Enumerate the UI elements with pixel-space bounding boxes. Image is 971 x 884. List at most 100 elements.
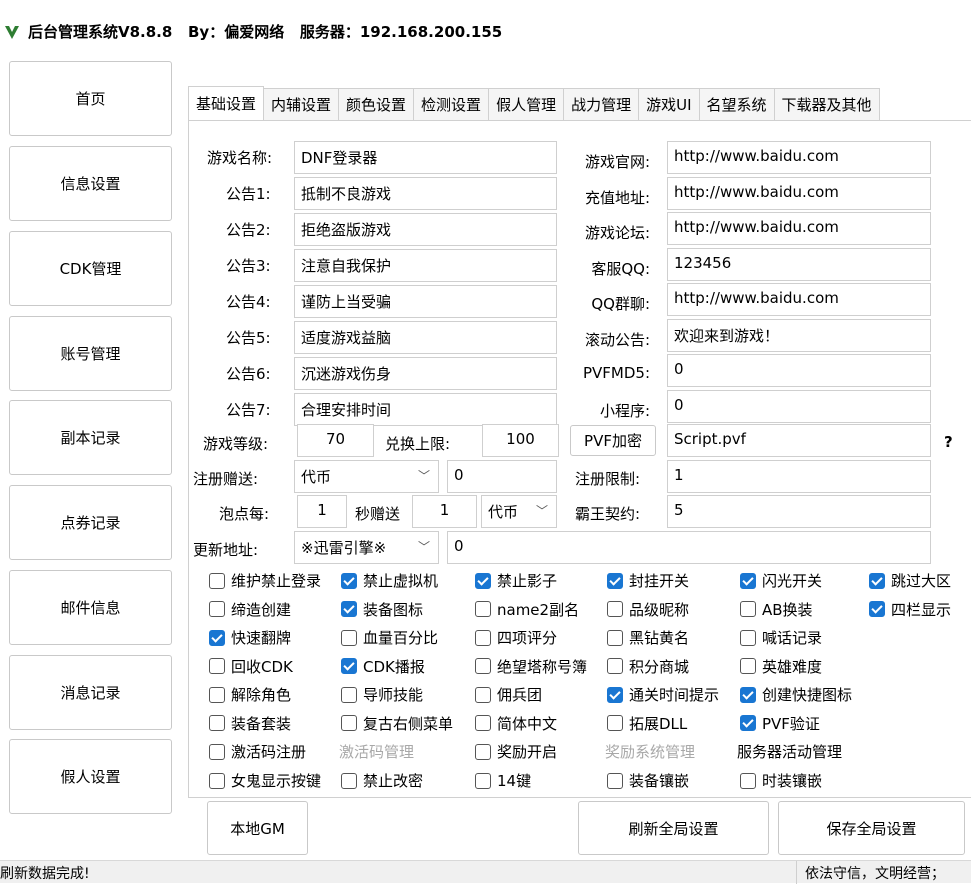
tab[interactable]: 战力管理	[564, 88, 640, 120]
option-checkbox[interactable]: 导师技能	[341, 684, 423, 705]
option-checkbox[interactable]: 解除角色	[209, 684, 291, 705]
right-field-input[interactable]: 123456	[667, 247, 931, 281]
sidebar-button[interactable]: 点券记录	[9, 485, 172, 560]
option-checkbox[interactable]: 禁止影子	[475, 570, 557, 591]
sidebar-button[interactable]: 信息设置	[9, 146, 172, 221]
refresh-settings-button[interactable]: 刷新全局设置	[578, 801, 769, 855]
pvf-encrypt-button[interactable]: PVF加密	[570, 425, 656, 456]
option-checkbox[interactable]: 封挂开关	[607, 570, 689, 591]
option-checkbox[interactable]: 跳过大区	[869, 570, 951, 591]
sidebar-button[interactable]: CDK管理	[9, 231, 172, 306]
option-checkbox[interactable]: 拓展DLL	[607, 713, 687, 734]
reg-limit-label: 注册限制:	[575, 470, 641, 488]
right-field-input[interactable]: 0	[667, 354, 931, 387]
notice-input[interactable]: 注意自我保护	[294, 249, 557, 282]
sidebar-button[interactable]: 首页	[9, 61, 172, 136]
activation-mgmt-link[interactable]: 激活码管理	[339, 741, 414, 762]
option-checkbox[interactable]: PVF验证	[740, 713, 820, 734]
help-icon[interactable]: ?	[944, 433, 953, 451]
option-checkbox[interactable]: 复古右侧菜单	[341, 713, 453, 734]
tab[interactable]: 下载器及其他	[774, 88, 880, 120]
option-checkbox[interactable]: 闪光开关	[740, 570, 822, 591]
bubble-every-input[interactable]: 1	[297, 495, 347, 528]
option-checkbox[interactable]: 通关时间提示	[607, 684, 719, 705]
right-field-input[interactable]: http://www.baidu.com	[667, 176, 931, 210]
game-level-input[interactable]: 70	[297, 424, 374, 457]
option-checkbox[interactable]: 装备图标	[341, 599, 423, 620]
local-gm-button[interactable]: 本地GM	[207, 801, 308, 855]
sidebar-button[interactable]: 邮件信息	[9, 570, 172, 645]
tab[interactable]: 游戏UI	[639, 88, 700, 120]
tab[interactable]: 检测设置	[414, 88, 490, 120]
option-checkbox[interactable]: 四项评分	[475, 627, 557, 648]
option-checkbox[interactable]: AB换装	[740, 599, 813, 620]
update-address-input[interactable]: 0	[447, 531, 931, 564]
right-field-input[interactable]: http://www.baidu.com	[667, 141, 931, 174]
reward-mgmt-link[interactable]: 奖励系统管理	[605, 741, 695, 762]
option-checkbox[interactable]: 四栏显示	[869, 599, 951, 620]
bubble-amount-input[interactable]: 1	[412, 495, 477, 528]
option-checkbox[interactable]: 缔造创建	[209, 599, 291, 620]
option-checkbox[interactable]: 女鬼显示按键	[209, 770, 321, 791]
reg-gift-amount-input[interactable]: 0	[447, 460, 557, 493]
right-field-input[interactable]: 欢迎来到游戏！	[667, 318, 931, 352]
exchange-limit-input[interactable]: 100	[482, 424, 559, 457]
notice-input[interactable]: 抵制不良游戏	[294, 177, 557, 210]
sidebar-button[interactable]: 副本记录	[9, 400, 172, 475]
reg-gift-type-select[interactable]: 代币 ﹀	[294, 460, 439, 493]
option-checkbox[interactable]: 创建快捷图标	[740, 684, 852, 705]
notice-input[interactable]: 拒绝盗版游戏	[294, 213, 557, 246]
sidebar-button[interactable]: 假人设置	[9, 739, 172, 814]
option-checkbox[interactable]: 时装镶嵌	[740, 770, 822, 791]
tab[interactable]: 基础设置	[188, 86, 265, 120]
right-field-input[interactable]: http://www.baidu.com	[667, 212, 931, 245]
checkbox-label: 四栏显示	[891, 600, 952, 619]
option-checkbox[interactable]: CDK播报	[341, 656, 425, 677]
notice-input[interactable]: 合理安排时间	[294, 393, 557, 426]
contract-input[interactable]: 5	[667, 495, 931, 528]
option-checkbox[interactable]: 禁止虚拟机	[341, 570, 438, 591]
option-checkbox[interactable]: 佣兵团	[475, 684, 542, 705]
notice-input[interactable]: 适度游戏益脑	[294, 321, 557, 354]
option-checkbox[interactable]: 积分商城	[607, 656, 689, 677]
notice-input[interactable]: 沉迷游戏伤身	[294, 357, 557, 390]
activation-register-checkbox[interactable]: 激活码注册	[209, 741, 306, 762]
option-checkbox[interactable]: 黑钻黄名	[607, 627, 689, 648]
option-checkbox[interactable]: 装备镶嵌	[607, 770, 689, 791]
reg-limit-input[interactable]: 1	[667, 460, 931, 493]
server-activity-link[interactable]: 服务器活动管理	[737, 741, 842, 762]
tab[interactable]: 名望系统	[699, 88, 775, 120]
checkbox-box	[740, 686, 756, 703]
tab[interactable]: 内辅设置	[264, 88, 340, 120]
option-checkbox[interactable]: 血量百分比	[341, 627, 438, 648]
save-settings-button[interactable]: 保存全局设置	[778, 801, 965, 855]
option-checkbox[interactable]: 装备套装	[209, 713, 291, 734]
option-checkbox[interactable]: 快速翻牌	[209, 627, 291, 648]
game-name-input[interactable]: DNF登录器	[294, 141, 557, 174]
update-source-select[interactable]: ※迅雷引擎※ ﹀	[294, 531, 439, 564]
option-checkbox[interactable]: 回收CDK	[209, 656, 293, 677]
sidebar-button[interactable]: 消息记录	[9, 655, 172, 730]
option-checkbox[interactable]: name2副名	[475, 599, 579, 620]
notice-input[interactable]: 谨防上当受骗	[294, 285, 557, 318]
option-checkbox[interactable]: 禁止改密	[341, 770, 423, 791]
sidebar-button[interactable]: 账号管理	[9, 316, 172, 391]
tab[interactable]: 假人管理	[489, 88, 565, 120]
option-checkbox[interactable]: 绝望塔称号簿	[475, 656, 587, 677]
checkbox-label: 通关时间提示	[629, 686, 720, 704]
option-checkbox[interactable]: 14键	[475, 770, 531, 791]
right-field-input[interactable]: http://www.baidu.com	[667, 283, 931, 316]
checkbox-label: AB换装	[762, 600, 813, 619]
option-checkbox[interactable]: 简体中文	[475, 713, 557, 734]
pvf-file-input[interactable]: Script.pvf	[667, 424, 931, 457]
right-field-input[interactable]: 0	[667, 389, 931, 423]
checkbox-box	[740, 629, 756, 646]
option-checkbox[interactable]: 维护禁止登录	[209, 570, 321, 591]
checkbox-box	[475, 715, 491, 731]
option-checkbox[interactable]: 英雄难度	[740, 656, 822, 677]
reward-open-checkbox[interactable]: 奖励开启	[475, 741, 557, 762]
option-checkbox[interactable]: 品级昵称	[607, 599, 689, 620]
option-checkbox[interactable]: 喊话记录	[740, 627, 822, 648]
tab[interactable]: 颜色设置	[339, 88, 415, 120]
bubble-type-select[interactable]: 代币 ﹀	[481, 495, 557, 528]
